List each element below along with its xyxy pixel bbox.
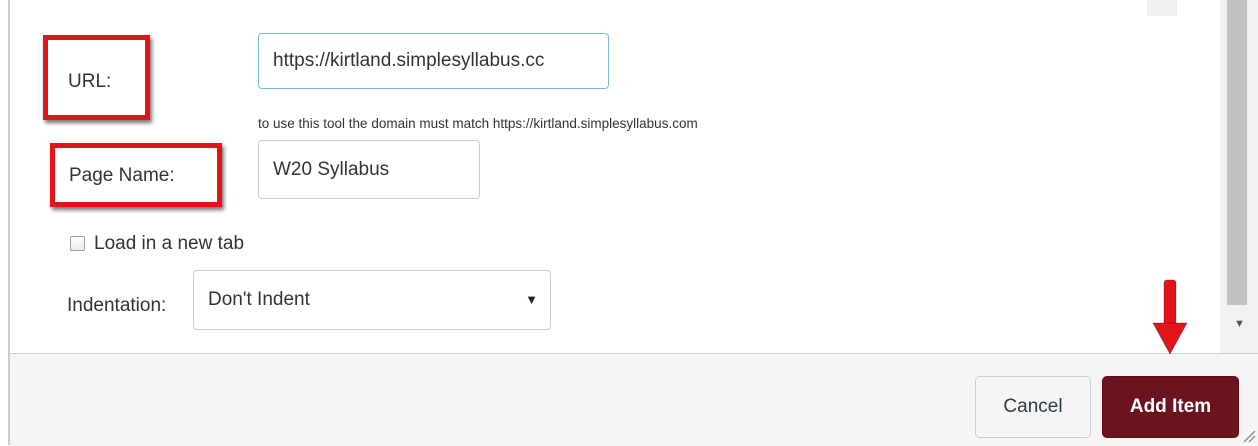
cancel-button[interactable]: Cancel	[975, 376, 1091, 438]
indentation-label: Indentation:	[67, 295, 167, 316]
page-name-label: Page Name:	[69, 165, 175, 186]
scroll-top-cap	[1147, 0, 1177, 16]
indentation-selected-value: Don't Indent	[208, 289, 310, 310]
red-arrow-annotation-icon	[1152, 279, 1188, 355]
resize-grip-icon[interactable]	[1242, 429, 1256, 443]
scrollbar-thumb[interactable]	[1227, 0, 1247, 305]
new-tab-checkbox[interactable]	[70, 236, 85, 251]
add-item-button[interactable]: Add Item	[1102, 376, 1239, 438]
page-name-input[interactable]: W20 Syllabus	[258, 140, 480, 199]
chevron-down-icon: ▼	[525, 292, 538, 307]
url-domain-hint: to use this tool the domain must match h…	[258, 116, 698, 131]
indentation-select[interactable]: Don't Indent ▼	[193, 270, 551, 330]
url-input[interactable]: https://kirtland.simplesyllabus.cc	[258, 33, 609, 89]
new-tab-label: Load in a new tab	[94, 233, 245, 254]
add-item-dialog: URL: https://kirtland.simplesyllabus.cc …	[0, 0, 1258, 446]
url-label: URL:	[68, 71, 112, 92]
scroll-down-arrow-icon[interactable]: ▼	[1234, 318, 1245, 330]
